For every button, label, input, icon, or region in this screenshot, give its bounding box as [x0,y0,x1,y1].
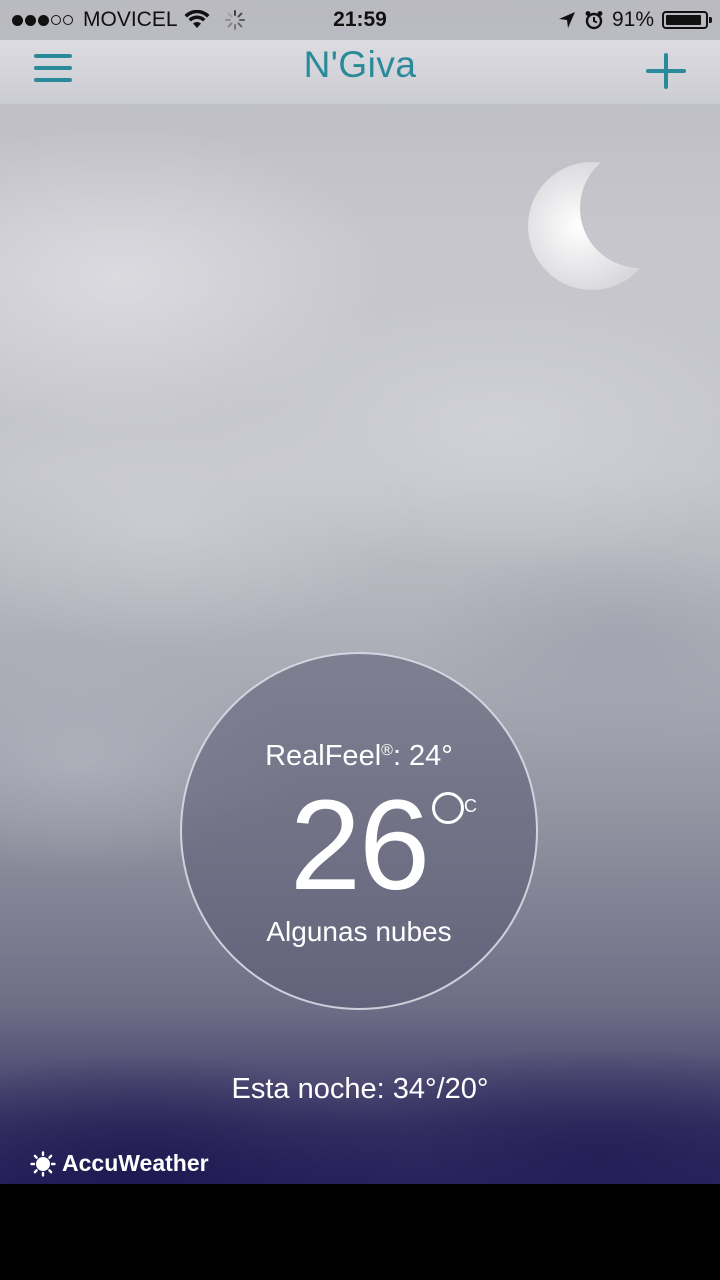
sun-icon [30,1150,56,1177]
add-location-button[interactable] [644,50,688,94]
temperature-block: 26 C [182,782,536,910]
battery-icon [662,11,712,29]
weather-condition: Algunas nubes [266,916,452,947]
battery-percent: 91% [611,8,654,31]
nav-bar: N'Giva [0,40,720,104]
realfeel-label: RealFeel [265,740,382,772]
battery-fill [666,15,701,25]
current-temperature: 26 [289,774,430,917]
current-conditions-circle[interactable]: RealFeel®: 24° 26 C Algunas nubes [180,652,538,1010]
registered-mark: ® [381,742,393,759]
location-arrow-icon [558,12,575,28]
alarm-clock-icon [585,11,603,30]
realfeel-text: RealFeel®: 24° [182,740,536,773]
status-bar: MOVICEL 21:59 91% [0,0,720,40]
location-title[interactable]: N'Giva [0,44,720,86]
brand-name: AccuWeather [62,1150,209,1176]
weather-screen: MOVICEL 21:59 91% N'Giva RealFeel®: 24° … [0,0,720,1184]
accuweather-logo: AccuWeather [30,1150,209,1177]
temperature-unit: C [464,796,477,816]
tonight-forecast[interactable]: Esta noche: 34°/20° [0,1073,720,1106]
degree-symbol [432,792,464,824]
moon-icon [528,162,656,290]
realfeel-value: : 24° [392,740,453,772]
status-right: 91% [558,8,712,32]
